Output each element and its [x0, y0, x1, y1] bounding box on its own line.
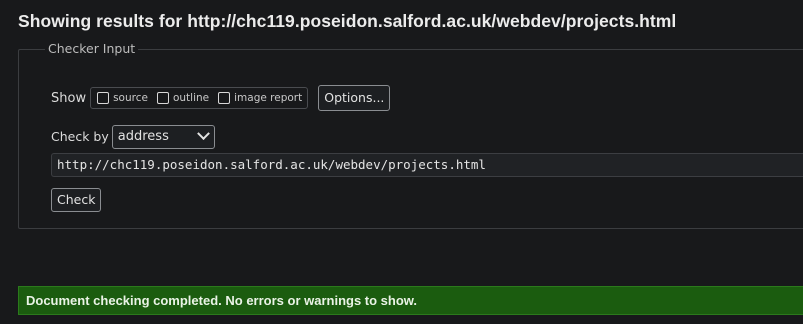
- check-by-selected-value[interactable]: address: [118, 129, 169, 144]
- show-label: Show: [51, 90, 87, 106]
- check-by-select[interactable]: address: [111, 124, 215, 149]
- page-title: Showing results for http://chc119.poseid…: [18, 11, 677, 31]
- check-button[interactable]: Check: [51, 188, 102, 212]
- show-options-row: Show source outline image report Options…: [51, 85, 391, 111]
- source-checkbox[interactable]: source: [97, 92, 148, 104]
- outline-checkbox-label[interactable]: outline: [173, 92, 209, 104]
- check-by-label: Check by: [51, 129, 109, 144]
- chevron-down-icon[interactable]: [196, 127, 210, 141]
- outline-checkbox[interactable]: outline: [156, 92, 209, 104]
- url-input[interactable]: http://chc119.poseidon.salford.ac.uk/web…: [51, 153, 803, 177]
- checker-input-fieldset: Checker Input Show source outline image …: [18, 41, 803, 229]
- options-button[interactable]: Options...: [318, 85, 391, 111]
- check-by-row: Check by address: [51, 124, 215, 149]
- checker-input-legend: Checker Input: [45, 41, 139, 57]
- status-message-bar: Document checking completed. No errors o…: [18, 286, 803, 315]
- image-report-checkbox-label[interactable]: image report: [234, 92, 302, 104]
- status-message: Document checking completed. No errors o…: [26, 293, 418, 308]
- image-report-checkbox-box[interactable]: [218, 92, 231, 104]
- outline-checkbox-box[interactable]: [156, 92, 169, 104]
- show-checkbox-group: source outline image report: [90, 87, 309, 109]
- source-checkbox-label[interactable]: source: [113, 92, 148, 104]
- image-report-checkbox[interactable]: image report: [218, 92, 302, 104]
- source-checkbox-box[interactable]: [97, 92, 110, 104]
